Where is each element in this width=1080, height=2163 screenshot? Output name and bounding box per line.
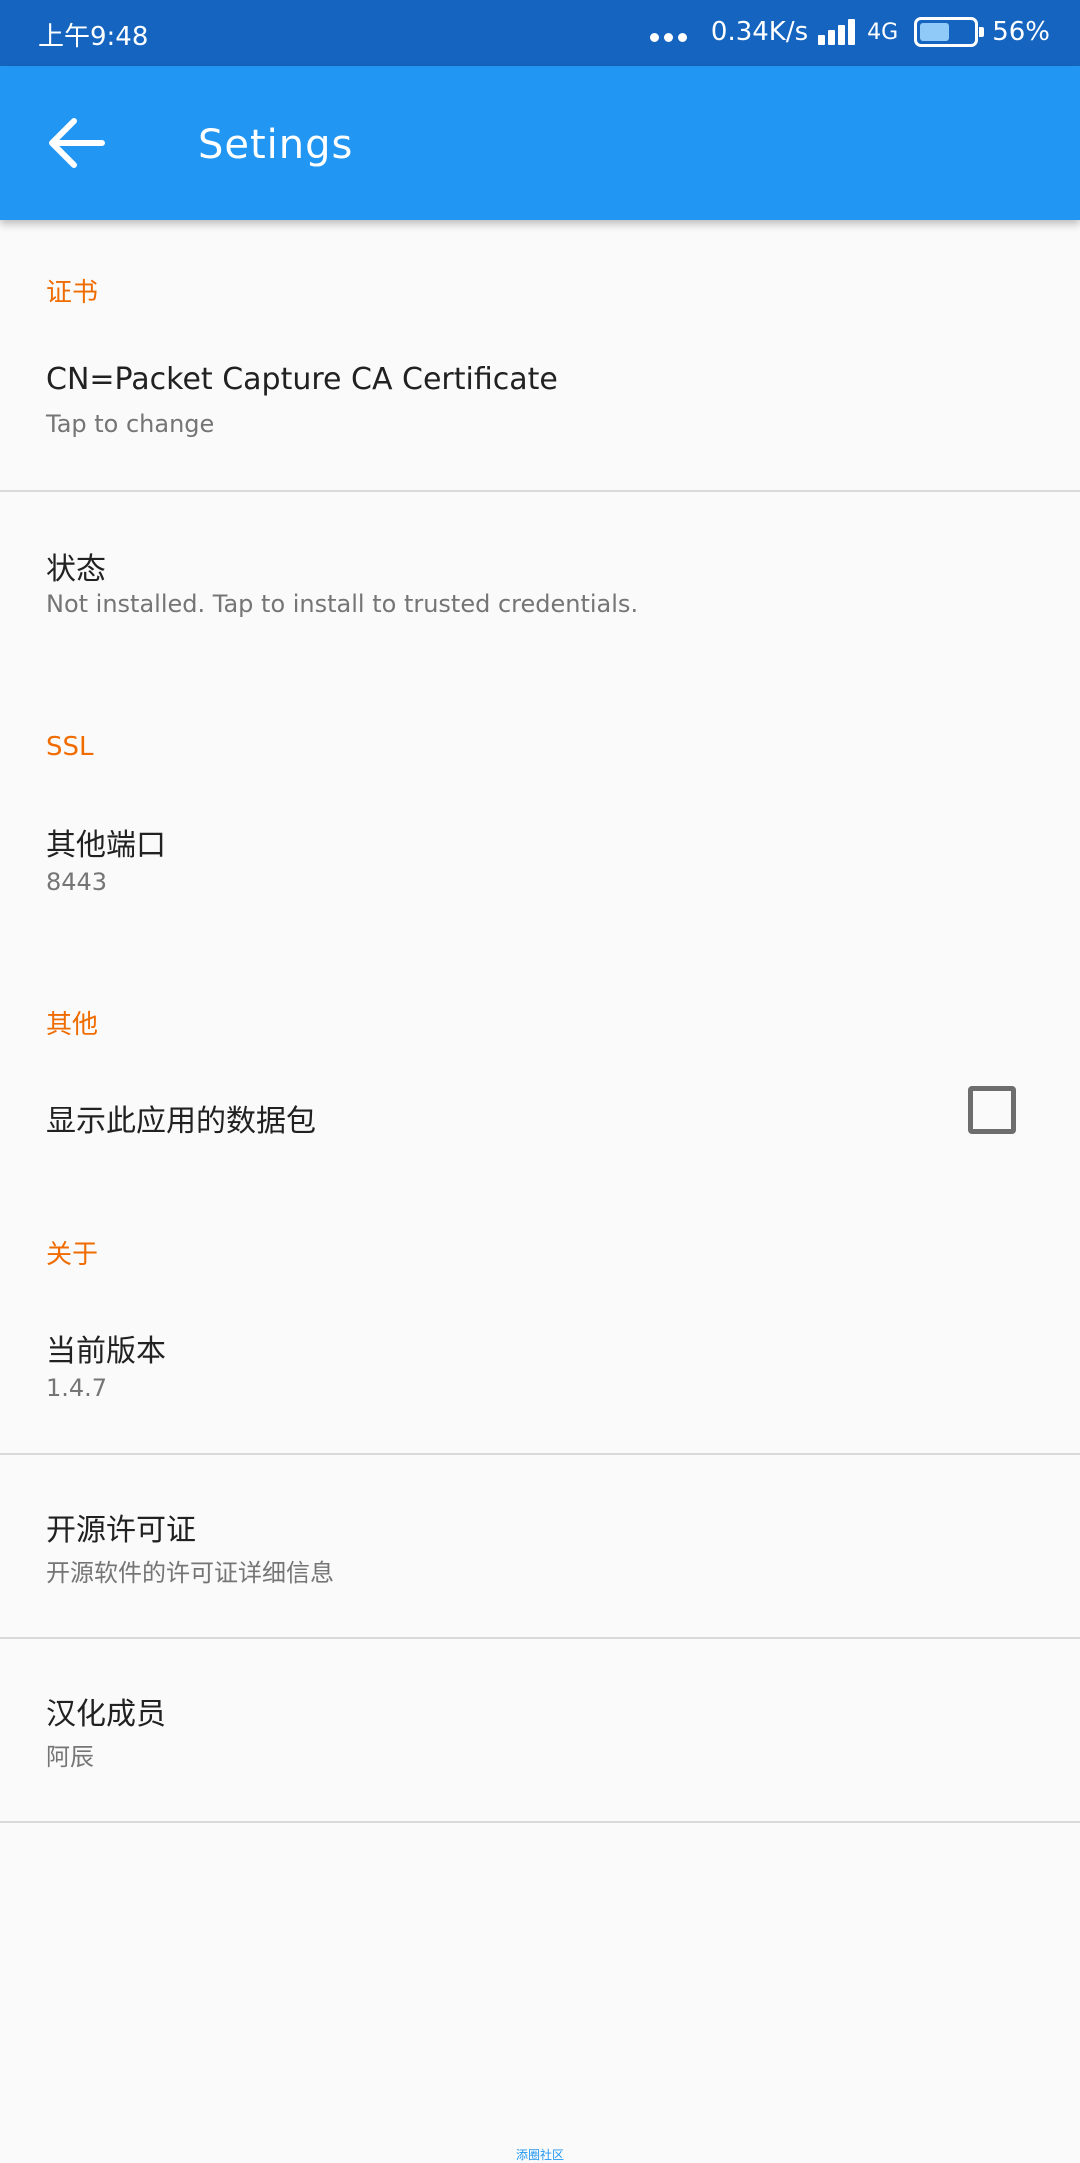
status-time: 上午9:48 [38,22,149,52]
pref-other-ports-title: 其他端口 [46,828,166,863]
pref-translators-title: 汉化成员 [46,1697,166,1732]
section-header-about: 关于 [46,1240,99,1270]
pref-licenses-title: 开源许可证 [46,1513,196,1548]
pref-other-ports[interactable]: 其他端口 8443 [0,790,1080,970]
pref-open-source-licenses[interactable]: 开源许可证 开源软件的许可证详细信息 [0,1455,1080,1637]
section-header-other: 其他 [46,1010,99,1040]
pref-certificate-summary: Tap to change [46,410,215,438]
page-title: Setings [198,122,354,168]
pref-cert-status[interactable]: 状态 Not installed. Tap to install to trus… [0,492,1080,672]
pref-certificate[interactable]: CN=Packet Capture CA Certificate Tap to … [0,330,1080,490]
battery-fill [920,23,950,41]
battery-icon [914,17,985,47]
watermark-text: 添圈社区 [515,2148,564,2162]
pref-current-version-value: 1.4.7 [46,1374,108,1402]
battery-percent: 56% [992,17,1050,47]
back-button[interactable] [40,110,114,176]
status-icons: 0.34K/s 4G 56% [649,14,1050,50]
pref-licenses-summary: 开源软件的许可证详细信息 [46,1559,334,1587]
network-speed: 0.34K/s [710,17,809,47]
show-app-packets-checkbox[interactable] [968,1086,1016,1134]
pref-translators-value: 阿辰 [46,1743,94,1771]
pref-certificate-title: CN=Packet Capture CA Certificate [46,362,558,397]
pref-other-ports-value: 8443 [46,868,108,896]
pref-current-version-title: 当前版本 [46,1334,166,1369]
arrow-back-icon [49,118,105,168]
network-type: 4G [867,19,899,45]
more-notifications-icon [649,32,687,42]
pref-show-app-packets[interactable]: 显示此应用的数据包 [0,1060,1080,1210]
pref-cert-status-summary: Not installed. Tap to install to trusted… [46,590,639,618]
pref-current-version[interactable]: 当前版本 1.4.7 [0,1292,1080,1452]
section-header-certificate: 证书 [46,278,99,308]
signal-icon [818,19,856,45]
app-bar: Setings [0,66,1080,220]
pref-cert-status-title: 状态 [46,552,106,587]
pref-translators[interactable]: 汉化成员 阿辰 [0,1639,1080,1821]
status-bar: 上午9:48 0.34K/s 4G 56% [0,0,1080,66]
divider [0,1821,1080,1823]
section-header-ssl: SSL [46,732,94,762]
pref-show-app-packets-title: 显示此应用的数据包 [46,1104,316,1139]
